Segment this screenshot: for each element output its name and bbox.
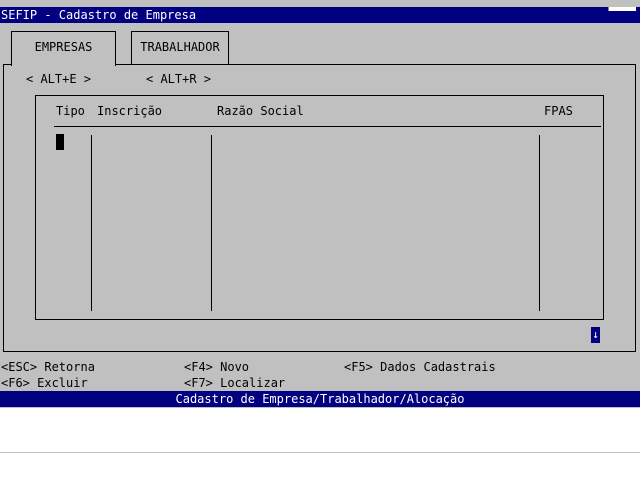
fkey-f6-excluir[interactable]: <F6> Excluir	[1, 375, 88, 391]
status-bar-text: Cadastro de Empresa/Trabalhador/Alocação	[175, 392, 465, 406]
tab-empresas-label: EMPRESAS	[34, 40, 93, 54]
column-divider	[91, 135, 92, 311]
fkey-esc-retorna[interactable]: <ESC> Retorna	[1, 359, 95, 375]
divider	[0, 452, 640, 453]
status-bar: Cadastro de Empresa/Trabalhador/Alocação	[0, 391, 640, 407]
tab-empresas[interactable]: EMPRESAS	[11, 31, 116, 66]
column-divider	[211, 135, 212, 311]
empresas-grid[interactable]: Tipo Inscrição Razão Social FPAS	[35, 95, 604, 320]
hotkey-empresas: < ALT+E >	[26, 72, 92, 86]
fkey-f7-localizar[interactable]: <F7> Localizar	[184, 375, 285, 391]
title-bar: SEFIP - Cadastro de Empresa	[0, 7, 640, 23]
tab-trabalhador[interactable]: TRABALHADOR	[131, 31, 229, 65]
column-header-inscricao: Inscrição	[97, 104, 163, 118]
column-header-razao-social: Razão Social	[217, 104, 304, 118]
fkey-f4-novo[interactable]: <F4> Novo	[184, 359, 249, 375]
column-divider	[539, 135, 540, 311]
scroll-down-icon[interactable]: ↓	[591, 327, 600, 343]
window-title: SEFIP - Cadastro de Empresa	[1, 8, 197, 22]
fkey-f5-dados-cadastrais[interactable]: <F5> Dados Cadastrais	[344, 359, 496, 375]
text-cursor	[56, 134, 64, 150]
header-divider	[54, 126, 601, 127]
hotkey-trabalhador: < ALT+R >	[146, 72, 212, 86]
dos-screen: SEFIP - Cadastro de Empresa EMPRESAS TRA…	[0, 0, 640, 408]
window-control-button[interactable]	[608, 7, 636, 11]
tab-trabalhador-label: TRABALHADOR	[140, 40, 220, 54]
column-header-fpas: FPAS	[544, 104, 573, 118]
column-header-tipo: Tipo	[56, 104, 85, 118]
